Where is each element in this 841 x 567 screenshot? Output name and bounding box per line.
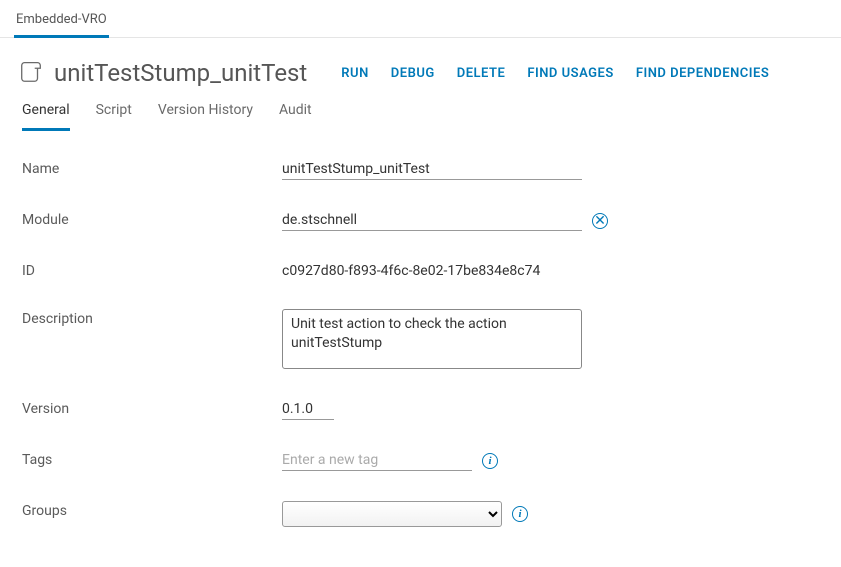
separator [0, 37, 841, 38]
module-label: Module [22, 210, 282, 228]
tab-script[interactable]: Script [96, 102, 132, 130]
clear-module-icon[interactable]: ✕ [592, 213, 608, 229]
tags-label: Tags [22, 450, 282, 468]
id-label: ID [22, 261, 282, 279]
description-input[interactable] [282, 309, 582, 369]
tab-audit[interactable]: Audit [279, 102, 312, 130]
name-label: Name [22, 159, 282, 177]
tags-input[interactable] [282, 450, 472, 471]
groups-label: Groups [22, 501, 282, 519]
name-input[interactable] [282, 159, 582, 180]
tab-general[interactable]: General [22, 102, 70, 131]
run-button[interactable]: RUN [341, 66, 369, 81]
description-label: Description [22, 309, 282, 327]
version-label: Version [22, 399, 282, 417]
find-usages-button[interactable]: FIND USAGES [527, 66, 613, 81]
script-icon [18, 58, 44, 88]
module-input[interactable] [282, 210, 582, 231]
delete-button[interactable]: DELETE [457, 66, 506, 81]
info-icon[interactable]: i [482, 453, 498, 469]
id-value: c0927d80-f893-4f6c-8e02-17be834e8c74 [282, 261, 540, 279]
page-title: unitTestStump_unitTest [54, 59, 307, 87]
debug-button[interactable]: DEBUG [391, 66, 435, 81]
tab-version-history[interactable]: Version History [158, 102, 253, 130]
find-dependencies-button[interactable]: FIND DEPENDENCIES [636, 66, 769, 81]
groups-select[interactable] [282, 501, 502, 527]
version-input[interactable] [282, 399, 334, 420]
top-tab-embedded-vro[interactable]: Embedded-VRO [14, 8, 109, 38]
